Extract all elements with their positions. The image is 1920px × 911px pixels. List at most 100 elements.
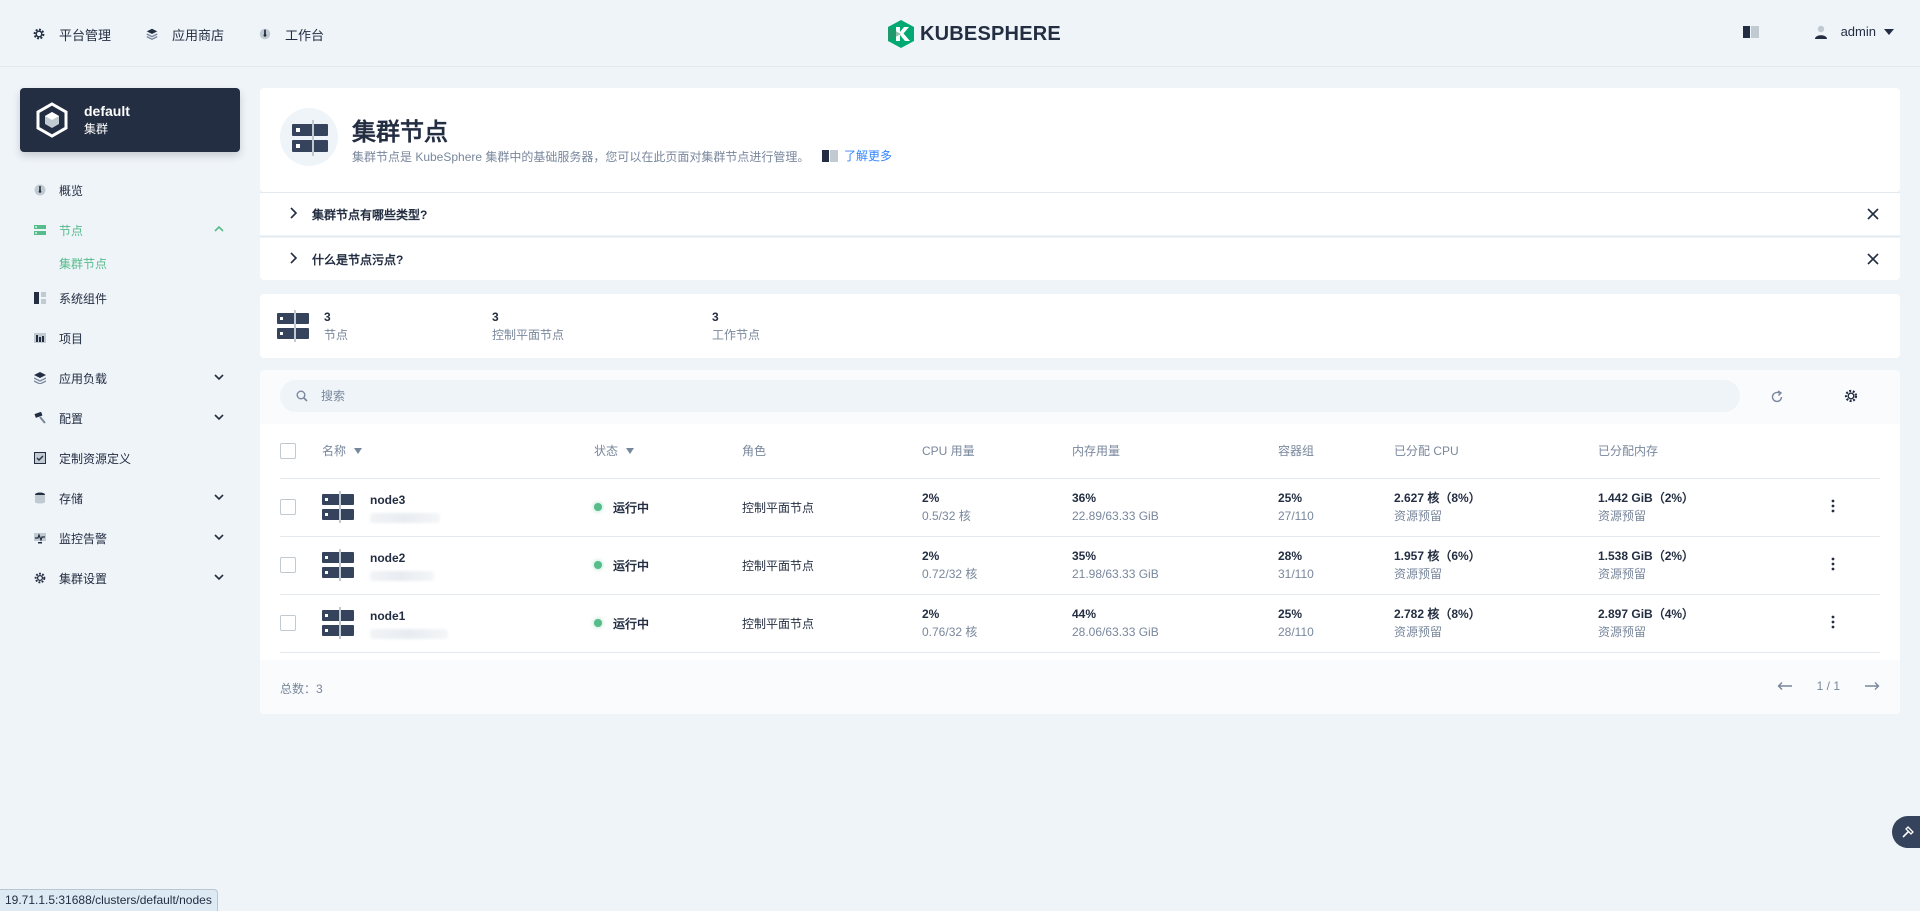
hammer-icon <box>1902 826 1914 838</box>
memory-usage-detail: 22.89/63.33 GiB <box>1072 509 1159 523</box>
search-icon <box>296 390 308 402</box>
pods-pct: 25% <box>1278 607 1303 621</box>
kubesphere-logo[interactable]: KUBESPHERE <box>888 20 1061 48</box>
dashboard-icon <box>259 28 271 40</box>
column-label: 状态 <box>594 444 619 459</box>
cluster-name: default <box>84 103 130 119</box>
learn-more-label: 了解更多 <box>844 149 893 163</box>
hammer-icon <box>34 412 46 424</box>
pods-pct: 25% <box>1278 491 1303 505</box>
browser-status-url: 19.71.1.5:31688/clusters/default/nodes <box>0 889 218 911</box>
sidebar-item-storage[interactable]: 存储 <box>20 478 240 518</box>
sidebar-item-system-components[interactable]: 系统组件 <box>20 278 240 318</box>
server-icon <box>292 120 328 156</box>
monitor-icon <box>34 533 46 544</box>
faq-item[interactable]: 集群节点有哪些类型? <box>260 193 1900 235</box>
close-icon[interactable] <box>1866 207 1880 221</box>
status-dot <box>594 561 602 569</box>
node-name-link[interactable]: node3 <box>370 491 440 509</box>
more-actions-icon[interactable] <box>1826 557 1840 571</box>
top-right-actions: admin <box>1742 24 1894 39</box>
faq-item[interactable]: 什么是节点污点? <box>260 238 1900 280</box>
row-checkbox[interactable] <box>280 615 296 631</box>
status-badge: 运行中 <box>594 557 742 574</box>
logo-text: KUBESPHERE <box>920 22 1061 45</box>
sidebar-item-overview[interactable]: 概览 <box>20 170 240 210</box>
refresh-icon[interactable] <box>1770 390 1784 404</box>
sidebar-item-label: 存储 <box>59 491 84 506</box>
document-icon[interactable] <box>1742 25 1759 38</box>
sidebar-item-label: 应用负载 <box>59 371 108 386</box>
more-actions-icon[interactable] <box>1826 615 1840 629</box>
cpu-usage-detail: 0.5/32 核 <box>922 509 971 523</box>
table-toolbar <box>260 370 1900 424</box>
row-checkbox[interactable] <box>280 499 296 515</box>
nodes-table: 名称 状态 角色 CPU 用量 内存用量 容器组 已分配 CPU 已分配内存 n… <box>280 424 1880 653</box>
alloc-cpu-label: 资源预留 <box>1394 509 1443 523</box>
nav-platform-label: 平台管理 <box>59 27 112 43</box>
column-header-pods: 容器组 <box>1278 444 1315 459</box>
sidebar-item-crd[interactable]: 定制资源定义 <box>20 438 240 478</box>
faq-question: 什么是节点污点? <box>312 253 404 267</box>
alloc-cpu-label: 资源预留 <box>1394 567 1443 581</box>
server-icon <box>322 549 354 581</box>
sidebar-item-workloads[interactable]: 应用负载 <box>20 358 240 398</box>
cpu-usage-pct: 2% <box>922 549 940 563</box>
stat-workers: 3 工作节点 <box>712 308 760 344</box>
table-row[interactable]: node2 运行中 控制平面节点 2% 0.72/32 核 35% 21.98/63… <box>280 536 1880 595</box>
table-row[interactable]: node1 运行中 控制平面节点 2% 0.76/32 核 44% 28.06/63… <box>280 594 1880 653</box>
cluster-card[interactable]: default 集群 <box>20 88 240 152</box>
alloc-memory-label: 资源预留 <box>1598 567 1647 581</box>
table-row[interactable]: node3 运行中 控制平面节点 2% 0.5/32 核 36% 22.89/63.… <box>280 478 1880 537</box>
stat-value: 3 <box>712 310 719 324</box>
sidebar-item-config[interactable]: 配置 <box>20 398 240 438</box>
memory-usage-pct: 36% <box>1072 491 1097 505</box>
column-header-status[interactable]: 状态 <box>594 442 635 459</box>
nav-workbench[interactable]: 工作台 <box>258 24 324 44</box>
node-name-link[interactable]: node1 <box>370 607 448 625</box>
cluster-type: 集群 <box>84 122 109 136</box>
column-label: 名称 <box>322 444 347 459</box>
node-stats: 3 节点 3 控制平面节点 3 工作节点 <box>260 294 1900 358</box>
node-name-link[interactable]: node2 <box>370 549 434 567</box>
nav-app-store[interactable]: 应用商店 <box>145 24 224 44</box>
column-header-name[interactable]: 名称 <box>322 442 363 459</box>
sidebar-item-projects[interactable]: 项目 <box>20 318 240 358</box>
sidebar-item-nodes[interactable]: 节点 <box>20 210 240 250</box>
page-description: 集群节点是 KubeSphere 集群中的基础服务器，您可以在此页面对集群节点进… <box>352 150 810 164</box>
status-text: 运行中 <box>613 616 650 631</box>
dashboard-icon <box>34 184 46 196</box>
alloc-memory-value: 1.538 GiB（2%） <box>1598 549 1695 563</box>
user-menu[interactable]: admin <box>1814 24 1894 39</box>
components-icon <box>34 292 46 304</box>
more-actions-icon[interactable] <box>1826 499 1840 513</box>
search-input[interactable] <box>321 381 1721 411</box>
stat-label: 节点 <box>324 328 349 342</box>
gear-icon <box>33 28 45 40</box>
memory-usage-pct: 35% <box>1072 549 1097 563</box>
row-checkbox[interactable] <box>280 557 296 573</box>
stat-value: 3 <box>492 310 499 324</box>
toolbox-button[interactable] <box>1892 816 1920 848</box>
select-all-checkbox[interactable] <box>280 442 296 459</box>
memory-usage-detail: 28.06/63.33 GiB <box>1072 625 1159 639</box>
total-count: 总数：3 <box>280 682 323 696</box>
search-box[interactable] <box>280 380 1740 412</box>
column-header-memory: 内存用量 <box>1072 444 1121 459</box>
learn-more-link[interactable]: 了解更多 <box>822 147 892 164</box>
gear-icon[interactable] <box>1844 389 1858 403</box>
sidebar-item-monitoring[interactable]: 监控告警 <box>20 518 240 558</box>
arrow-left-icon[interactable] <box>1777 681 1793 691</box>
stat-nodes: 3 节点 <box>324 308 348 344</box>
layers-icon <box>34 372 46 384</box>
nav-platform[interactable]: 平台管理 <box>32 24 111 44</box>
arrow-right-icon[interactable] <box>1864 681 1880 691</box>
caret-down-icon <box>1884 28 1894 35</box>
sidebar-item-cluster-settings[interactable]: 集群设置 <box>20 558 240 598</box>
cluster-icon <box>36 102 68 138</box>
sidebar-item-cluster-nodes[interactable]: 集群节点 <box>20 250 240 278</box>
status-dot <box>594 503 602 511</box>
close-icon[interactable] <box>1866 252 1880 266</box>
cpu-usage-pct: 2% <box>922 491 940 505</box>
status-badge: 运行中 <box>594 499 742 516</box>
